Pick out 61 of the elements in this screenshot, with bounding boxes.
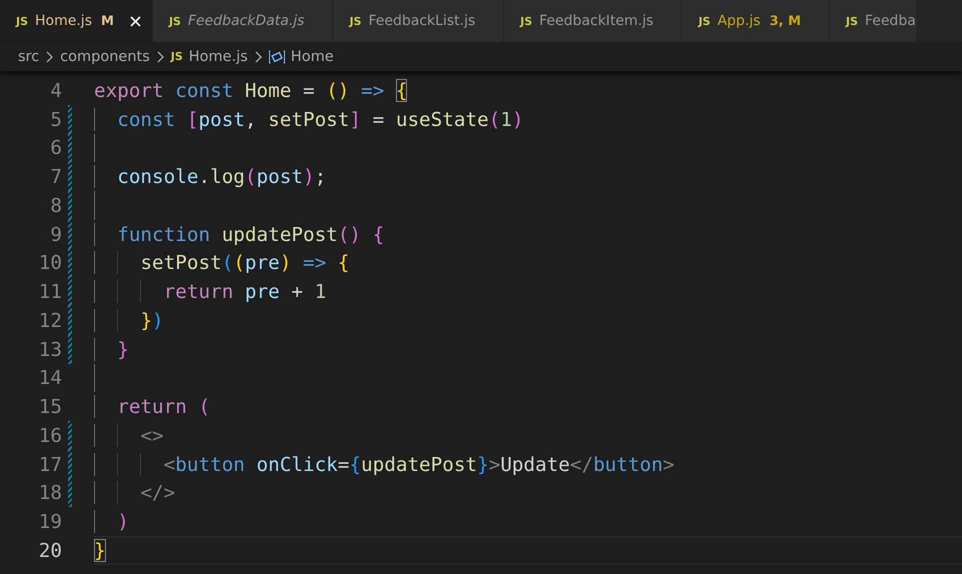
line-number: 9 (49, 222, 62, 246)
js-file-icon: JS (170, 50, 183, 63)
line-number: 8 (49, 194, 62, 217)
line-number: 12 (38, 308, 62, 332)
editor-tab[interactable]: JS FeedbackData.js (152, 0, 334, 42)
code-line: const [post, setPost] = useState(1) (94, 108, 524, 131)
js-file-icon: JS (698, 14, 710, 28)
tab-label: Home.js (35, 13, 92, 29)
editor-tab[interactable]: JS App.js 3, M (682, 0, 830, 42)
code-line: export const Home = () => { (94, 78, 408, 102)
code-line: } (94, 338, 129, 361)
code-line: <> (94, 424, 164, 447)
code-line: }) (94, 308, 164, 332)
chevron-right-icon (45, 50, 54, 62)
chevron-right-icon (156, 50, 165, 62)
breadcrumb-item[interactable]: src (18, 48, 40, 64)
line-number: 15 (38, 395, 62, 418)
code-line: </> (94, 481, 176, 504)
line-number: 6 (49, 136, 62, 160)
status-label: 3, M (769, 14, 801, 28)
tab-label: FeedbackData.js (188, 13, 304, 29)
status-label: M (101, 14, 114, 28)
code-line: setPost((pre) => { (94, 251, 350, 274)
tab-label: Feedba (864, 13, 916, 29)
line-number: 17 (38, 452, 62, 476)
chevron-right-icon (254, 50, 263, 62)
breadcrumb-item[interactable]: Home (290, 48, 334, 64)
code-line: } (94, 538, 106, 562)
line-number: 19 (38, 510, 62, 534)
js-file-icon: JS (846, 14, 858, 28)
line-number: 13 (38, 338, 62, 361)
editor-tab[interactable]: JS FeedbackList.js (333, 0, 504, 42)
code-line: <button onClick={updatePost}>Update</button> (94, 452, 674, 476)
line-number: 16 (38, 424, 62, 447)
breadcrumb-item[interactable]: Home.js (188, 48, 248, 64)
editor-tab[interactable]: JS Feedba (830, 0, 916, 42)
line-number: 18 (38, 481, 62, 504)
code-line: ) (94, 510, 129, 534)
tab-label: App.js (717, 13, 760, 29)
line-number: 20 (38, 538, 62, 562)
line-number: 14 (38, 366, 62, 390)
editor-tab[interactable]: JS FeedbackItem.js (504, 0, 682, 42)
line-number: 7 (49, 165, 62, 188)
tab-label: FeedbackItem.js (539, 13, 654, 29)
code-line: console.log(post); (94, 165, 326, 188)
js-file-icon: JS (349, 14, 362, 28)
code-line: function updatePost() { (94, 222, 384, 246)
line-number: 11 (38, 280, 62, 304)
js-file-icon: JS (168, 14, 181, 28)
editor-tab[interactable]: JS Home.js M (0, 0, 153, 42)
code-line: return ( (94, 395, 210, 418)
js-file-icon: JS (16, 14, 28, 28)
code-line: return pre + 1 (94, 280, 326, 304)
line-number: 4 (49, 78, 62, 102)
line-number: 10 (38, 251, 62, 274)
js-file-icon: JS (520, 14, 532, 28)
breadcrumb-item[interactable]: components (60, 48, 150, 64)
line-number: 5 (49, 108, 62, 131)
tab-label: FeedbackList.js (368, 13, 476, 29)
close-icon[interactable] (128, 14, 142, 28)
symbol-variable-icon (268, 48, 285, 64)
